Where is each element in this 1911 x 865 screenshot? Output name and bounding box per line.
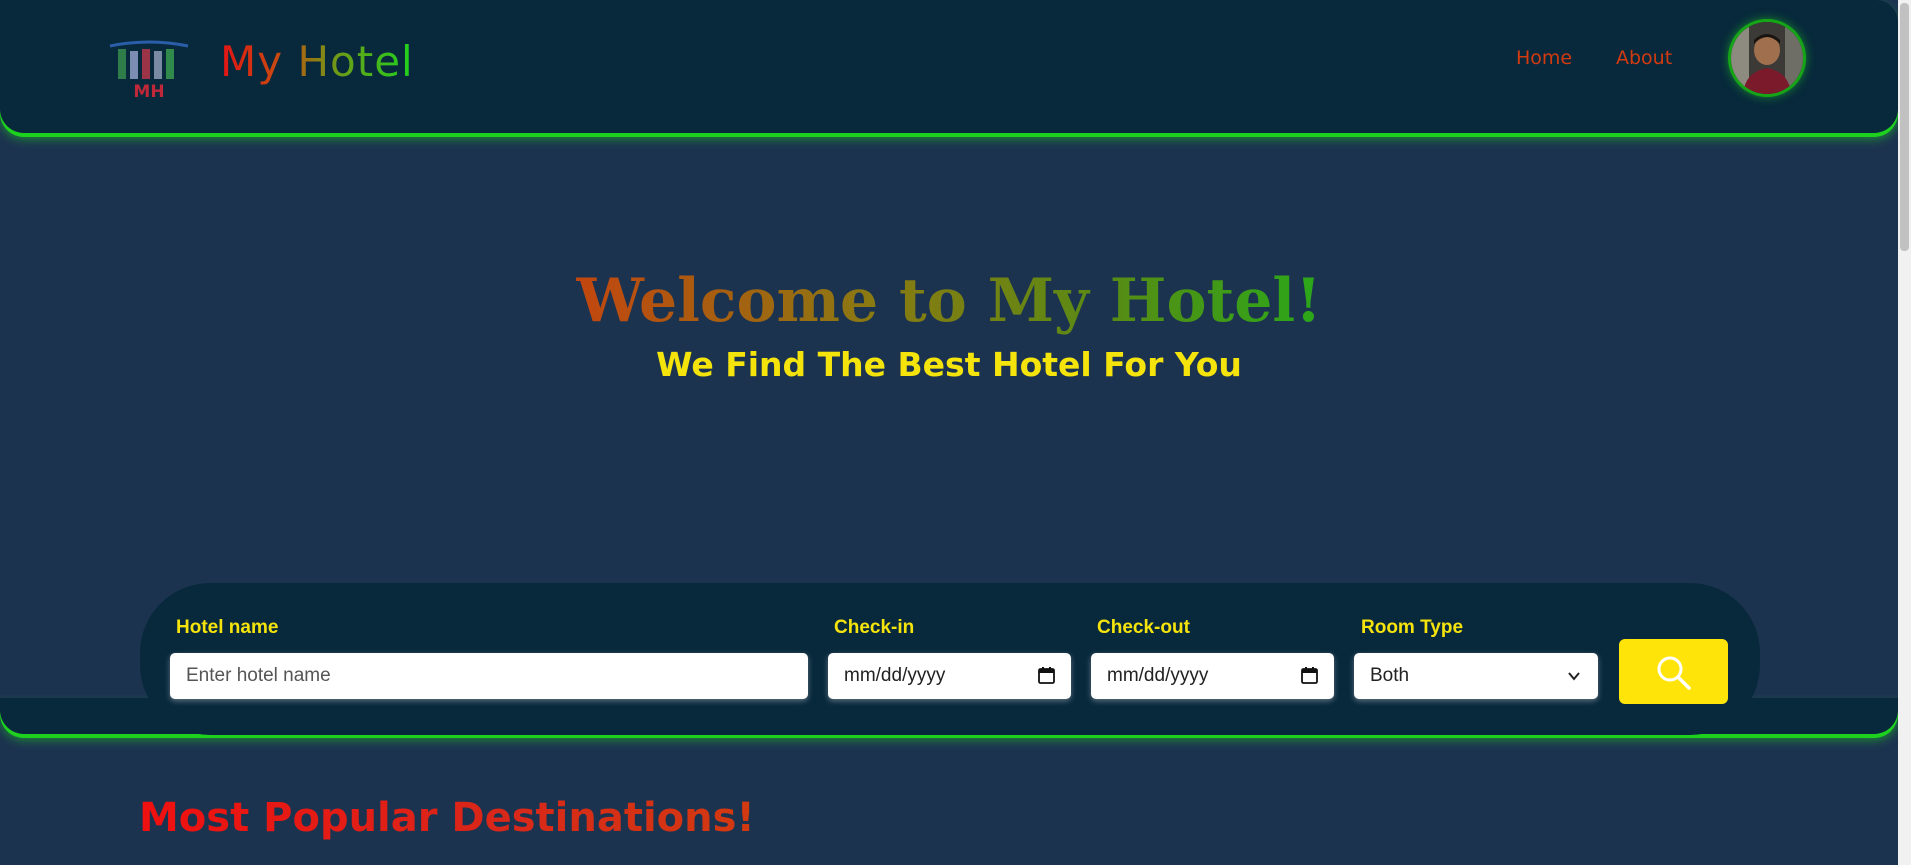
chevron-down-icon xyxy=(1568,672,1580,681)
hero-subtitle: We Find The Best Hotel For You xyxy=(656,345,1242,384)
hotel-name-label: Hotel name xyxy=(176,617,279,638)
nav-about-link[interactable]: About xyxy=(1616,47,1672,69)
checkin-label: Check-in xyxy=(834,617,915,638)
brand-name[interactable]: My Hotel xyxy=(220,36,414,88)
checkin-date-input[interactable]: mm/dd/yyyy xyxy=(828,653,1071,699)
hero-title: Welcome to My Hotel! xyxy=(576,266,1322,336)
room-type-value: Both xyxy=(1370,665,1410,686)
search-icon xyxy=(1657,656,1691,690)
hotel-logo[interactable]: MH xyxy=(108,38,190,102)
search-button[interactable] xyxy=(1619,639,1728,704)
svg-text:MH: MH xyxy=(133,82,164,102)
page: MH My Hotel Home About Welcome to My Hot… xyxy=(0,0,1911,865)
scrollbar-thumb[interactable] xyxy=(1900,3,1909,251)
popular-destinations-heading: Most Popular Destinations! xyxy=(139,795,755,841)
checkin-date-value: mm/dd/yyyy xyxy=(844,665,946,686)
nav-home-link[interactable]: Home xyxy=(1516,47,1572,69)
user-avatar[interactable] xyxy=(1731,22,1803,94)
room-type-label: Room Type xyxy=(1361,617,1464,638)
calendar-icon[interactable] xyxy=(1038,667,1055,684)
checkout-label: Check-out xyxy=(1097,617,1190,638)
calendar-icon[interactable] xyxy=(1301,667,1318,684)
header-bar: MH My Hotel Home About xyxy=(0,0,1898,133)
checkout-date-input[interactable]: mm/dd/yyyy xyxy=(1091,653,1334,699)
page-scrollbar[interactable] xyxy=(1898,0,1911,865)
hotel-name-input[interactable]: Enter hotel name xyxy=(170,653,808,699)
room-type-select[interactable]: Both xyxy=(1354,653,1598,699)
checkout-date-value: mm/dd/yyyy xyxy=(1107,665,1209,686)
